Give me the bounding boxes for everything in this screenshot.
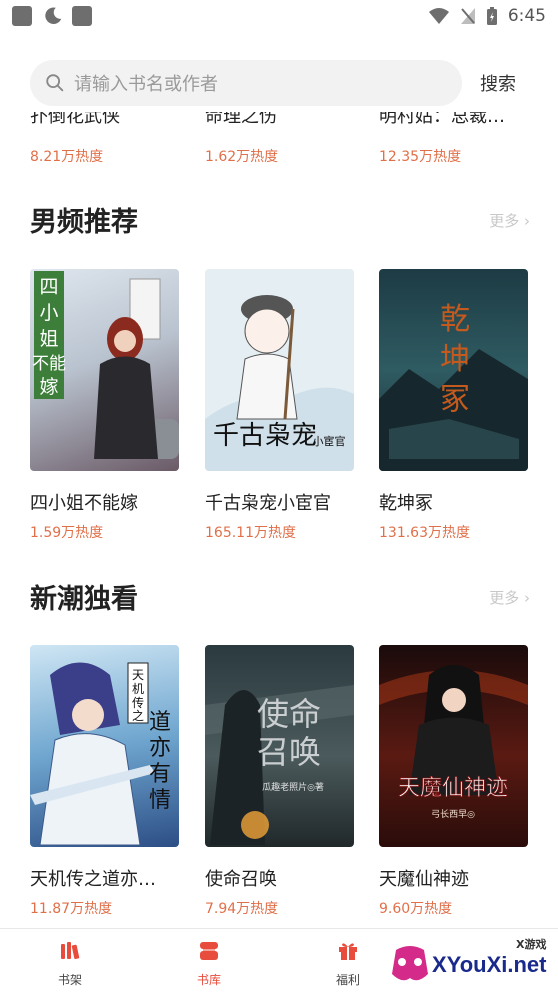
signal-icon xyxy=(460,8,475,24)
book-title[interactable]: 天魔仙神迹 xyxy=(379,865,469,891)
svg-text:小: 小 xyxy=(39,302,58,324)
bookshelf-icon xyxy=(61,942,80,960)
nav-label: 书库 xyxy=(196,973,221,987)
svg-text:情: 情 xyxy=(149,788,171,813)
search-icon xyxy=(46,74,64,92)
nav-welfare[interactable]: 福利 xyxy=(308,939,388,988)
status-bar: 6:45 xyxy=(0,0,558,34)
svg-text:嫁: 嫁 xyxy=(39,376,58,398)
search-input[interactable]: 请输入书名或作者 xyxy=(30,60,462,106)
book-title[interactable]: 千古枭宠小宦官 xyxy=(205,489,331,515)
svg-text:坤: 坤 xyxy=(440,342,470,377)
svg-text:姐: 姐 xyxy=(39,328,58,350)
previous-book-row: 扑倒花武侠 8.21万热度 命理之伤 1.62万热度 明村姑：总裁… 12.35… xyxy=(0,110,558,170)
svg-text:小宦官: 小宦官 xyxy=(313,434,346,448)
watermark-text: XYouXi.net xyxy=(432,952,547,977)
more-link[interactable]: 更多 › xyxy=(489,587,530,608)
watermark-logo: X游戏 XYouXi.net xyxy=(388,934,558,992)
svg-text:道: 道 xyxy=(149,710,171,735)
book-title[interactable]: 使命召唤 xyxy=(205,865,277,891)
nav-label: 书架 xyxy=(57,973,82,987)
book-title[interactable]: 扑倒花武侠 xyxy=(30,112,120,136)
gamepad-icon xyxy=(392,946,428,981)
nav-bookshelf[interactable]: 书架 xyxy=(30,939,110,988)
svg-text:有: 有 xyxy=(149,762,171,787)
svg-text:四: 四 xyxy=(39,276,58,298)
svg-text:使命: 使命 xyxy=(257,695,321,733)
svg-text:传: 传 xyxy=(132,695,144,710)
svg-text:瓜趣老照片◎著: 瓜趣老照片◎著 xyxy=(262,781,324,793)
section-title: 男频推荐 xyxy=(30,207,138,238)
library-icon xyxy=(200,942,218,960)
svg-text:千古枭宠: 千古枭宠 xyxy=(213,421,317,451)
svg-text:冢: 冢 xyxy=(440,382,470,417)
do-not-disturb-icon xyxy=(45,7,62,24)
wifi-icon xyxy=(428,8,449,24)
search-button[interactable]: 搜索 xyxy=(480,70,516,96)
nav-label: 福利 xyxy=(335,973,360,987)
book-title[interactable]: 乾坤冢 xyxy=(379,489,433,515)
book-cover[interactable]: 使命 召唤 瓜趣老照片◎著 xyxy=(205,645,354,847)
book-heat: 131.63万热度 xyxy=(379,525,470,541)
svg-text:召唤: 召唤 xyxy=(257,733,321,771)
more-link[interactable]: 更多 › xyxy=(489,210,530,231)
book-heat: 1.62万热度 xyxy=(205,149,279,165)
book-title[interactable]: 明村姑：总裁… xyxy=(379,112,505,136)
book-title[interactable]: 天机传之道亦… xyxy=(30,865,156,891)
svg-text:天魔仙神迹: 天魔仙神迹 xyxy=(398,776,508,801)
book-title[interactable]: 四小姐不能嫁 xyxy=(30,489,138,515)
book-cover[interactable]: 乾 坤 冢 xyxy=(379,269,528,471)
search-placeholder: 请输入书名或作者 xyxy=(74,74,218,95)
section-title: 新潮独看 xyxy=(30,584,138,615)
book-heat: 11.87万热度 xyxy=(30,901,113,917)
book-heat: 9.60万热度 xyxy=(379,901,453,917)
book-heat: 1.59万热度 xyxy=(30,525,104,541)
clock: 6:45 xyxy=(507,6,546,26)
book-cover[interactable]: 天魔仙神迹 弓长西早◎ xyxy=(379,645,528,847)
nav-library[interactable]: 书库 xyxy=(169,939,249,988)
book-cover[interactable]: 天 机 传 之 道 亦 有 情 xyxy=(30,645,179,847)
book-heat: 8.21万热度 xyxy=(30,149,104,165)
svg-text:乾: 乾 xyxy=(440,302,470,337)
gift-icon xyxy=(339,943,357,960)
book-heat: 165.11万热度 xyxy=(205,525,296,541)
watermark-small-text: X游戏 xyxy=(516,938,547,951)
notification-icon xyxy=(72,6,92,26)
notification-icon xyxy=(12,6,32,26)
svg-text:不能: 不能 xyxy=(32,354,66,374)
book-heat: 7.94万热度 xyxy=(205,901,279,917)
book-cover[interactable]: 四 小 姐 不能 嫁 xyxy=(30,269,179,471)
svg-text:天: 天 xyxy=(132,668,144,682)
book-title[interactable]: 命理之伤 xyxy=(205,112,277,136)
svg-text:之: 之 xyxy=(132,709,144,723)
book-cover[interactable]: 千古枭宠 小宦官 xyxy=(205,269,354,471)
svg-text:弓长西早◎: 弓长西早◎ xyxy=(431,808,475,820)
svg-text:亦: 亦 xyxy=(149,736,171,761)
battery-icon xyxy=(486,7,497,25)
svg-text:机: 机 xyxy=(132,682,144,696)
book-heat: 12.35万热度 xyxy=(379,149,462,165)
